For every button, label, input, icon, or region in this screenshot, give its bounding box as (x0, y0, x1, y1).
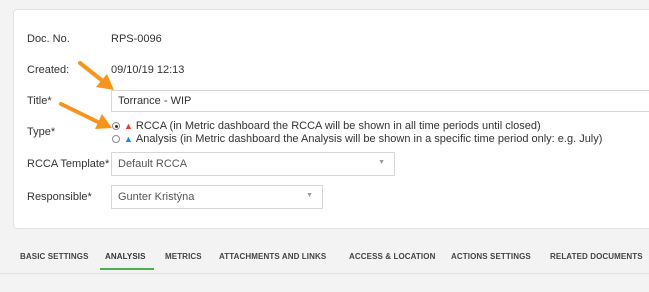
tab-related-documents[interactable]: RELATED DOCUMENTS (550, 252, 643, 261)
tab-bar: BASIC SETTINGS ANALYSIS METRICS ATTACHME… (0, 252, 649, 274)
tab-divider (0, 273, 649, 274)
tab-attachments-and-links[interactable]: ATTACHMENTS AND LINKS (219, 252, 326, 261)
arrow-to-type-icon (59, 102, 112, 129)
tab-access-location[interactable]: ACCESS & LOCATION (349, 252, 435, 261)
annotation-arrows (59, 61, 114, 129)
tab-analysis[interactable]: ANALYSIS (105, 252, 146, 261)
tab-basic-settings[interactable]: BASIC SETTINGS (20, 252, 89, 261)
tab-actions-settings[interactable]: ACTIONS SETTINGS (451, 252, 531, 261)
tab-metrics[interactable]: METRICS (165, 252, 202, 261)
arrow-to-title-icon (78, 61, 114, 90)
active-tab-indicator (100, 268, 154, 270)
